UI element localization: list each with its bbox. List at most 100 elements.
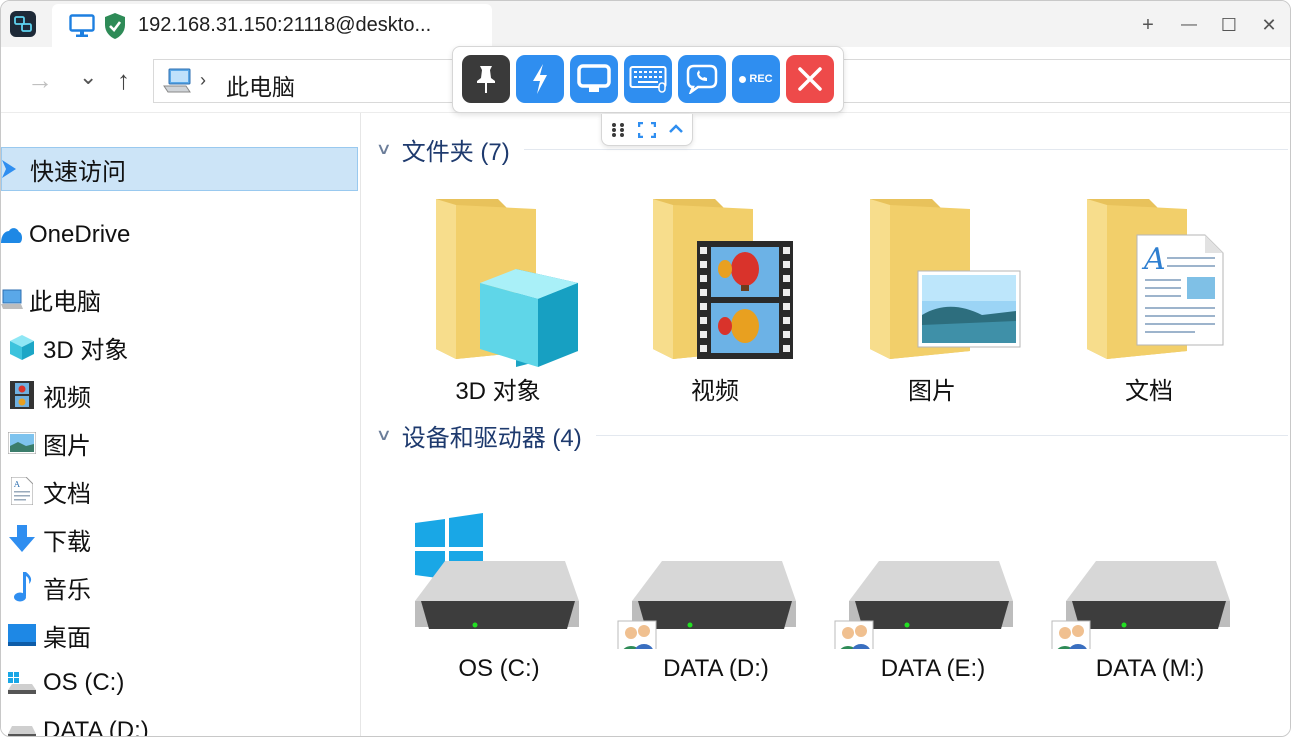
- desktop-icon: [7, 620, 37, 650]
- documents-folder-icon: A: [1087, 199, 1224, 359]
- monitor-icon: [69, 14, 95, 37]
- cube-folder-icon: [436, 199, 578, 367]
- record-icon: [739, 75, 747, 83]
- title-bar: 192.168.31.150:21118@deskto... + — ☐ ✕: [1, 1, 1290, 47]
- sidebar-item-3d-objects[interactable]: 3D 对象: [1, 325, 358, 369]
- record-label: REC: [749, 73, 773, 85]
- collapse-chevron-icon[interactable]: ∨: [376, 425, 392, 445]
- group-title: 文件夹 (7): [401, 138, 510, 166]
- remote-session-tab[interactable]: 192.168.31.150:21118@deskto...: [52, 4, 492, 47]
- monitor-icon: [577, 64, 611, 92]
- minimize-button[interactable]: —: [1177, 13, 1201, 37]
- forward-button[interactable]: →: [27, 67, 53, 93]
- fullscreen-icon[interactable]: [638, 122, 656, 138]
- recent-locations-button[interactable]: ⌄: [79, 64, 97, 90]
- navigation-pane: 快速访问 OneDrive 此电脑 3D 对象 视频 图片 A 文档 下载 音乐…: [1, 113, 361, 737]
- group-divider: [595, 434, 1288, 436]
- sidebar-item-label: OneDrive: [29, 221, 131, 248]
- drive-tile-data-e[interactable]: DATA (E:): [833, 509, 1033, 699]
- breadcrumb-this-pc[interactable]: 此电脑: [226, 68, 295, 102]
- tab-title: 192.168.31.150:21118@deskto...: [138, 14, 432, 36]
- shared-drive-icon: [617, 561, 796, 658]
- drive-tile-data-d[interactable]: DATA (D:): [616, 509, 816, 699]
- folder-tile-pictures[interactable]: 图片: [832, 191, 1032, 411]
- sidebar-item-music[interactable]: 音乐: [1, 565, 358, 609]
- video-folder-icon: [653, 199, 793, 359]
- tile-label: DATA (M:): [1095, 655, 1205, 682]
- cube-icon: [7, 332, 37, 362]
- shared-drive-icon: [834, 561, 1013, 658]
- disconnect-button[interactable]: [786, 55, 834, 103]
- pin-button[interactable]: [462, 55, 510, 103]
- sidebar-item-label: DATA (D:): [43, 717, 149, 737]
- close-icon: [798, 67, 822, 91]
- sidebar-item-desktop[interactable]: 桌面: [1, 613, 358, 657]
- sidebar-item-this-pc[interactable]: 此电脑: [1, 277, 358, 321]
- group-title: 设备和驱动器 (4): [401, 424, 582, 452]
- shield-check-icon: [105, 13, 125, 39]
- new-tab-button[interactable]: +: [1136, 13, 1160, 37]
- svg-text:A: A: [13, 480, 20, 489]
- maximize-button[interactable]: ☐: [1217, 13, 1241, 37]
- close-button[interactable]: ✕: [1257, 13, 1281, 37]
- folder-tile-videos[interactable]: 视频: [615, 191, 815, 411]
- up-button[interactable]: ↑: [117, 67, 130, 93]
- folder-tile-3d-objects[interactable]: 3D 对象: [398, 191, 598, 411]
- keyboard-button[interactable]: [624, 55, 672, 103]
- collapse-chevron-icon[interactable]: ∨: [376, 139, 392, 159]
- sidebar-item-label: 下载: [43, 528, 91, 556]
- sidebar-item-documents[interactable]: A 文档: [1, 469, 358, 513]
- music-icon: [7, 572, 37, 602]
- sidebar-item-label: 文档: [43, 480, 91, 508]
- sidebar-item-os-c[interactable]: OS (C:): [1, 661, 358, 705]
- display-button[interactable]: [570, 55, 618, 103]
- folder-tile-documents[interactable]: A 文档: [1049, 191, 1249, 411]
- windows-drive-icon: [415, 513, 579, 629]
- sidebar-item-quick-access[interactable]: 快速访问: [1, 147, 358, 191]
- lightning-icon: [533, 64, 547, 94]
- sidebar-item-label: 桌面: [43, 624, 91, 652]
- network-drive-icon: [7, 716, 37, 736]
- star-icon: [2, 154, 24, 184]
- svg-text:A: A: [1141, 242, 1166, 277]
- content-pane: ∨ 文件夹 (7) 3D 对象 视频 图片 A 文档 ∨ 设备和驱动器 (4) …: [362, 113, 1290, 736]
- record-button[interactable]: REC: [732, 55, 780, 103]
- sidebar-item-label: 视频: [43, 384, 91, 412]
- tile-label: 视频: [691, 378, 739, 405]
- drive-tile-data-m[interactable]: DATA (M:): [1050, 509, 1250, 699]
- sidebar-item-pictures[interactable]: 图片: [1, 421, 358, 465]
- chevron-up-icon[interactable]: [668, 124, 684, 134]
- keyboard-icon: [629, 66, 667, 93]
- group-divider: [523, 148, 1288, 150]
- tile-label: 文档: [1125, 378, 1173, 405]
- tile-label: DATA (D:): [663, 655, 769, 682]
- sidebar-item-data-d[interactable]: DATA (D:): [1, 709, 358, 737]
- explorer-window: 192.168.31.150:21118@deskto... + — ☐ ✕ →…: [0, 0, 1291, 737]
- sidebar-item-videos[interactable]: 视频: [1, 373, 358, 417]
- sidebar-item-downloads[interactable]: 下载: [1, 517, 358, 561]
- chat-button[interactable]: [678, 55, 726, 103]
- sidebar-item-label: 3D 对象: [43, 336, 129, 364]
- sidebar-item-onedrive[interactable]: OneDrive: [1, 213, 358, 257]
- download-icon: [7, 524, 37, 554]
- document-icon: A: [7, 476, 37, 506]
- folders-group-header[interactable]: ∨ 文件夹 (7): [376, 131, 1288, 167]
- computer-icon: [163, 68, 191, 93]
- film-icon: [7, 380, 37, 410]
- tile-label: 3D 对象: [455, 378, 541, 405]
- app-icon[interactable]: [10, 11, 36, 37]
- cloud-icon: [1, 220, 23, 250]
- pin-icon: [477, 66, 495, 93]
- drive-icon: [7, 668, 37, 698]
- toolbar-handle: [601, 114, 693, 146]
- tile-label: OS (C:): [458, 655, 540, 682]
- drag-handle-icon[interactable]: [611, 122, 625, 138]
- drive-tile-os-c[interactable]: OS (C:): [399, 509, 599, 699]
- lightning-button[interactable]: [516, 55, 564, 103]
- pictures-folder-icon: [870, 199, 1021, 359]
- picture-icon: [7, 428, 37, 458]
- drives-group-header[interactable]: ∨ 设备和驱动器 (4): [376, 417, 1288, 453]
- chat-icon: [686, 64, 718, 94]
- remote-app-logo-icon: [14, 16, 32, 32]
- computer-icon: [1, 284, 23, 314]
